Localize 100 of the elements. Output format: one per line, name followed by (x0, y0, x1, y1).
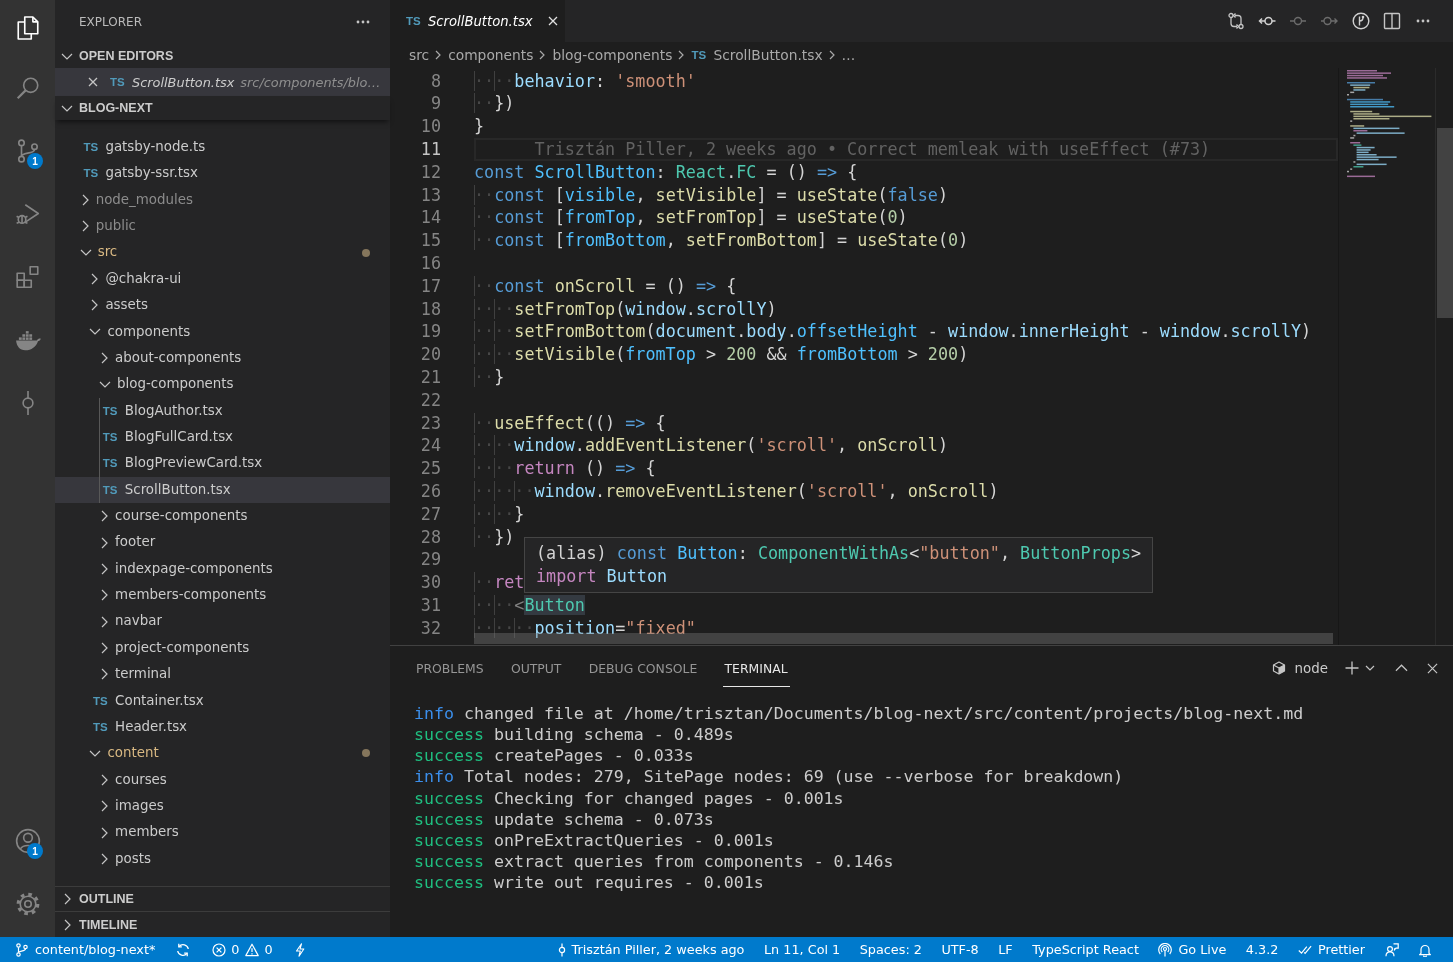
plus-icon[interactable] (1345, 661, 1359, 675)
split-editor-icon[interactable] (1382, 12, 1401, 30)
caret-icon[interactable] (1365, 665, 1375, 671)
file-type-label: TS (102, 403, 117, 419)
circle-branch-icon[interactable] (1351, 12, 1370, 30)
language-mode[interactable]: TypeScript React (1032, 942, 1139, 957)
terminal-selector[interactable]: node (1271, 660, 1328, 676)
editor-tab[interactable]: TS ScrollButton.tsx (390, 0, 565, 42)
settings-icon[interactable] (14, 890, 41, 917)
line-number: 13 (419, 183, 441, 207)
section-header[interactable]: OPEN EDITORS (55, 44, 390, 68)
panel-tab[interactable]: DEBUG CONSOLE (586, 649, 700, 687)
line-number: 20 (419, 343, 441, 366)
sidebar-title: EXPLORER (79, 15, 142, 29)
line-number: 23 (419, 411, 441, 435)
folder-item[interactable]: src (55, 239, 390, 266)
breadcrumb-item[interactable]: components (448, 47, 534, 63)
sync-icon[interactable] (176, 942, 191, 957)
code-line: ··} (474, 365, 505, 389)
lightning-icon[interactable] (294, 942, 305, 957)
folder-item[interactable]: posts (55, 845, 390, 873)
close-icon[interactable] (548, 16, 558, 26)
version-status[interactable]: 4.3.2 (1245, 942, 1279, 957)
code-line: ··const [fromTop, setFromTop] = useState(0) (474, 206, 908, 230)
folder-item[interactable]: members-components (55, 582, 390, 609)
code-line: ······window.removeEventListener('scroll', onScroll) (474, 479, 999, 503)
folder-item[interactable]: navbar (55, 608, 390, 635)
indentation-status[interactable]: Spaces: 2 (859, 942, 922, 957)
cursor-position[interactable]: Ln 11, Col 1 (763, 942, 841, 957)
folder-item[interactable]: members (55, 819, 390, 846)
folder-item[interactable]: footer (55, 529, 390, 556)
log-level: success (414, 725, 484, 745)
file-type-label: TS (406, 15, 420, 27)
folder-item[interactable]: blog-components (55, 371, 390, 398)
feedback-icon[interactable] (1384, 942, 1399, 957)
log-message: building schema - 0.489s (493, 725, 734, 745)
code-line: ····setFromTop(window.scrollY) (474, 297, 777, 321)
folder-item[interactable]: about-components (55, 344, 390, 372)
extensions-icon[interactable] (14, 263, 41, 290)
log-message: changed file at /home/trisztan/Documents/blog-next/src/content/projects/blog-next.md (463, 704, 1304, 723)
close-icon[interactable] (1427, 662, 1438, 674)
file-item[interactable]: TS ScrollButton.tsx (55, 476, 390, 504)
scrollbar-thumb[interactable] (1437, 128, 1453, 318)
log-message: createPages - 0.033s (493, 746, 694, 766)
file-type-label: TS (102, 456, 117, 472)
code-line: ··useEffect(() => { (474, 411, 666, 435)
folder-item[interactable]: indexpage-components (55, 555, 390, 583)
code-line: ····return () => { (474, 457, 656, 480)
file-type-label: TS (93, 719, 108, 735)
search-icon[interactable] (14, 74, 41, 101)
chevron-up-icon[interactable] (1395, 664, 1408, 672)
notification-badge: 1 (27, 843, 43, 859)
panel-tab[interactable]: PROBLEMS (414, 649, 486, 687)
breadcrumb-item[interactable]: src (409, 47, 430, 63)
blame-status[interactable]: Trisztán Piller, 2 weeks ago (557, 942, 745, 957)
more-icon[interactable] (1416, 19, 1430, 23)
folder-item[interactable]: terminal (55, 661, 390, 688)
formatter-status[interactable]: Prettier (1297, 942, 1365, 957)
file-type-label: TS (83, 140, 98, 155)
breadcrumb-item[interactable]: … (841, 47, 856, 63)
bell-icon[interactable] (1418, 942, 1432, 957)
code-line: ··const [visible, setVisible] = useState(false) (474, 183, 949, 207)
folder-item[interactable]: node_modules (55, 186, 390, 214)
code-line: ······position="fixed" (474, 616, 696, 640)
open-editor-item[interactable]: TS ScrollButton.tsx src/components/blo… (55, 68, 390, 96)
minimap-drawing[interactable] (1344, 70, 1434, 178)
log-level: info (414, 767, 454, 787)
files-icon[interactable] (14, 15, 41, 41)
breadcrumb-item[interactable]: blog-components (552, 47, 673, 63)
folder-item[interactable]: assets (55, 292, 390, 319)
file-item[interactable]: TS gatsby-node.ts (55, 134, 390, 161)
folder-item[interactable]: course-components (55, 503, 390, 530)
problems-status[interactable]: 0 0 (212, 942, 273, 957)
file-item[interactable]: TS gatsby-ssr.tsx (55, 160, 390, 187)
folder-item[interactable]: public (55, 213, 390, 240)
panel-tab[interactable]: TERMINAL (722, 649, 790, 687)
folder-item[interactable]: content (55, 740, 390, 767)
encoding-status[interactable]: UTF-8 (941, 942, 979, 957)
line-number: 16 (419, 251, 441, 275)
section-header[interactable]: BLOG-NEXT (55, 96, 390, 120)
folder-item[interactable]: images (55, 793, 390, 820)
file-item[interactable]: TS Header.tsx (55, 713, 390, 741)
compare-icon[interactable] (1226, 12, 1245, 30)
chevron-right-icon (828, 50, 835, 60)
folder-item[interactable]: courses (55, 766, 390, 793)
folder-item[interactable]: components (55, 318, 390, 345)
more-icon[interactable] (356, 20, 370, 24)
folder-item[interactable]: project-components (55, 634, 390, 662)
breadcrumb-item[interactable]: TS ScrollButton.tsx (691, 47, 823, 63)
line-number: 27 (419, 502, 441, 526)
panel-tab[interactable]: OUTPUT (508, 649, 564, 687)
line-number: 24 (419, 434, 441, 458)
file-item[interactable]: TS Container.tsx (55, 687, 390, 714)
go-live-button[interactable]: Go Live (1158, 942, 1227, 957)
log-level: success (414, 788, 484, 808)
line-ending-status[interactable]: LF (998, 942, 1013, 957)
branch-status[interactable]: content/blog-next* (15, 942, 156, 957)
folder-item[interactable]: @chakra-ui (55, 265, 390, 293)
close-icon[interactable] (88, 77, 98, 87)
section-header[interactable]: OUTLINE (55, 886, 390, 911)
